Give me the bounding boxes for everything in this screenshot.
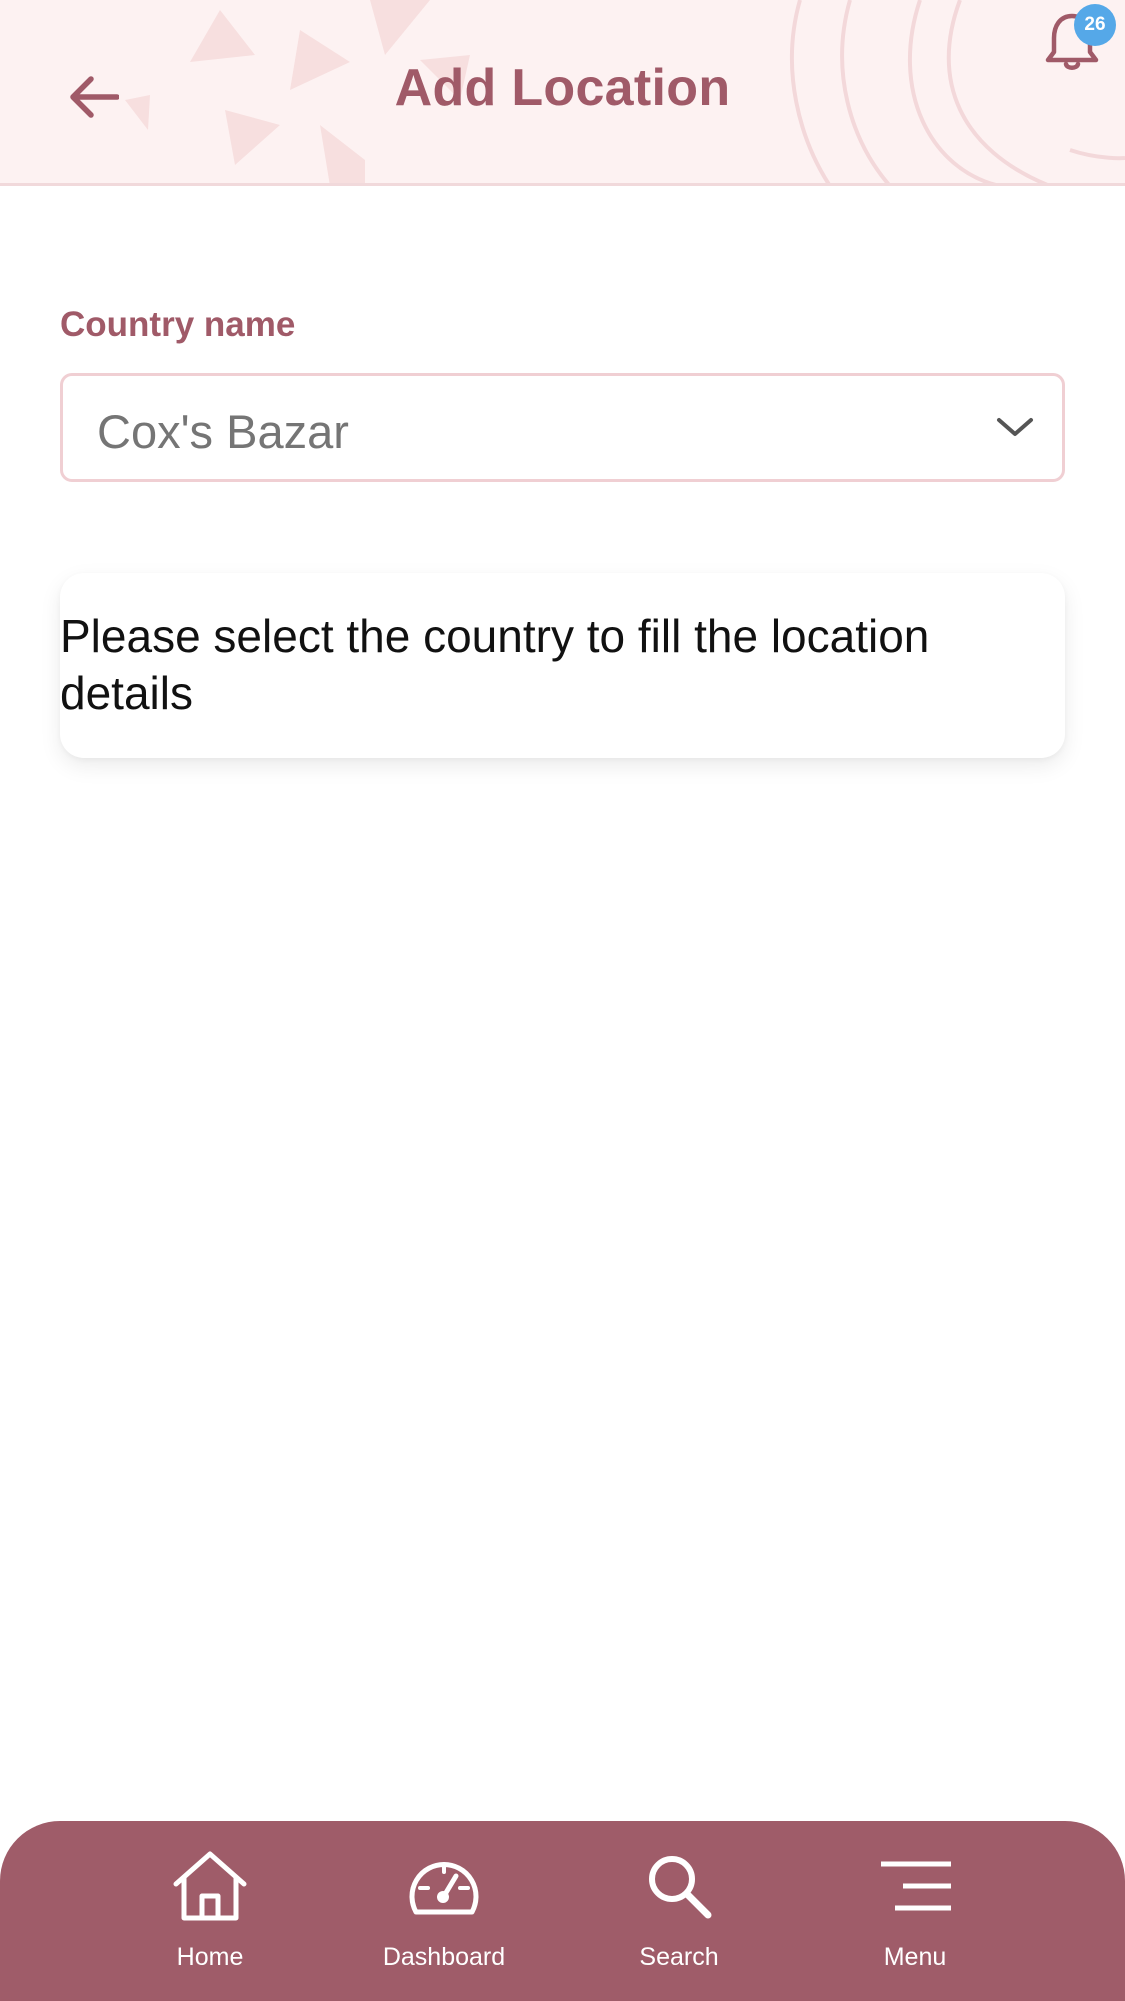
nav-label-search: Search — [639, 1943, 719, 1971]
info-message: Please select the country to fill the lo… — [60, 610, 930, 719]
home-icon — [173, 1851, 247, 1921]
nav-item-dashboard[interactable]: Dashboard — [344, 1841, 544, 1991]
nav-item-search[interactable]: Search — [579, 1841, 779, 1991]
country-select-value: Cox's Bazar — [97, 405, 349, 458]
info-card: Please select the country to fill the lo… — [60, 573, 1065, 758]
notification-count-badge: 26 — [1074, 4, 1116, 46]
menu-icon — [881, 1861, 951, 1911]
dashboard-gauge-icon — [409, 1862, 479, 1915]
nav-item-menu[interactable]: Menu — [815, 1841, 1015, 1991]
chevron-down-icon — [997, 418, 1033, 436]
page-title: Add Location — [394, 59, 731, 117]
add-location-screen: Add Location 26 Country name Cox's Bazar… — [0, 0, 1125, 2001]
country-select[interactable]: Cox's Bazar — [60, 373, 1065, 482]
search-icon — [649, 1856, 712, 1919]
app-header: Add Location 26 — [0, 0, 1125, 186]
nav-item-home[interactable]: Home — [110, 1841, 310, 1991]
nav-label-dashboard: Dashboard — [382, 1943, 506, 1971]
bottom-navigation: Home Dashboard Search Menu — [0, 1821, 1125, 2001]
nav-label-home: Home — [176, 1943, 244, 1971]
nav-label-menu: Menu — [883, 1943, 947, 1971]
country-name-label: Country name — [60, 305, 296, 344]
